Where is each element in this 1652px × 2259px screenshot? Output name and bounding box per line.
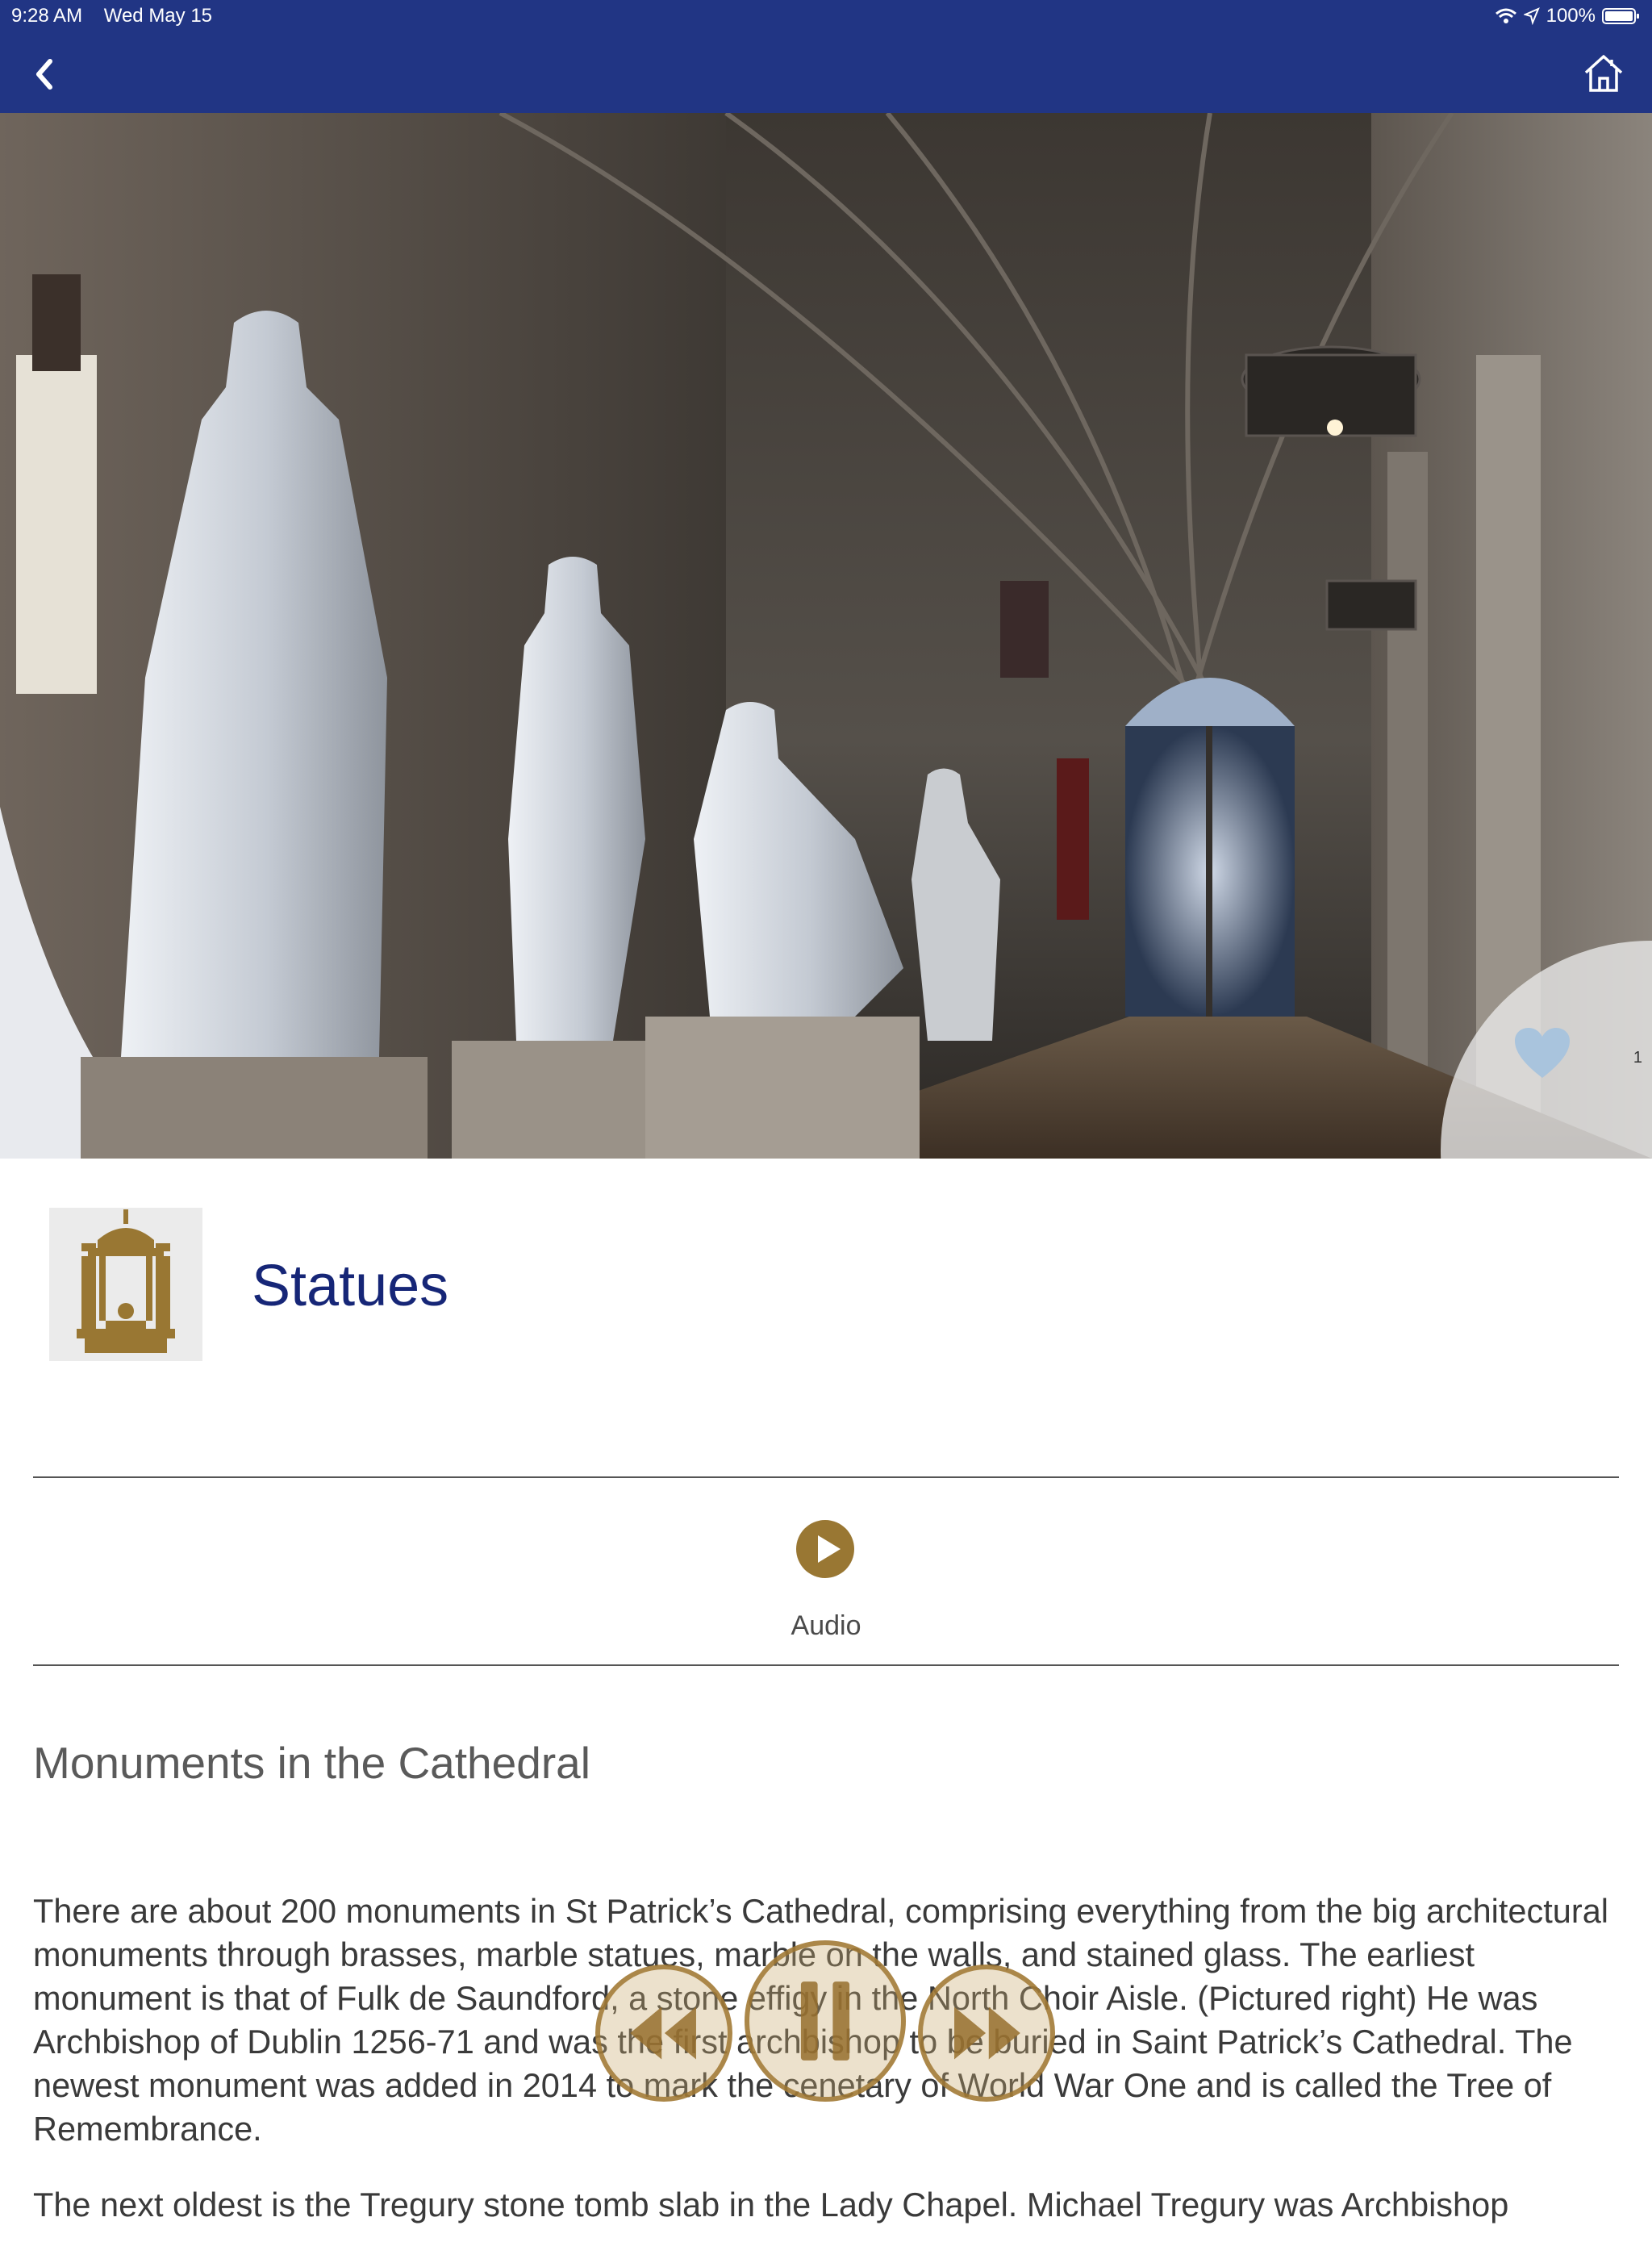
hero-image (0, 113, 1652, 1159)
section-heading: Monuments in the Cathedral (33, 1738, 590, 1788)
page-title: Statues (252, 1254, 449, 1318)
audio-label[interactable]: Audio (0, 1610, 1652, 1642)
status-bar: 9:28 AM Wed May 15 100% (0, 0, 1652, 34)
status-date: Wed May 15 (103, 5, 213, 27)
divider-bottom (33, 1664, 1619, 1666)
rewind-button[interactable] (595, 1965, 732, 2102)
favourite-overlay[interactable]: 1 (1418, 941, 1652, 1159)
location-icon (1523, 7, 1540, 25)
audio-player-controls (595, 1940, 1055, 2126)
monument-icon (77, 1209, 175, 1353)
heart-icon[interactable] (1513, 1026, 1571, 1079)
audio-play-button[interactable] (795, 1519, 855, 1579)
divider-top (33, 1476, 1619, 1478)
rewind-icon (630, 2006, 696, 2060)
home-button[interactable] (1579, 48, 1628, 97)
fast-forward-button[interactable] (918, 1965, 1055, 2102)
wifi-icon (1495, 8, 1516, 23)
status-time: 9:28 AM (11, 5, 83, 27)
status-left: 9:28 AM Wed May 15 (11, 5, 212, 27)
favourite-count: 1 (1633, 1049, 1642, 1067)
battery-percent: 100% (1546, 5, 1596, 27)
pause-icon (800, 1981, 850, 2061)
battery-icon (1602, 8, 1639, 24)
monument-icon-tile (49, 1208, 202, 1361)
play-circle-icon (796, 1520, 854, 1578)
home-icon (1584, 55, 1623, 92)
nav-bar (0, 34, 1652, 113)
status-right: 100% (1495, 5, 1641, 27)
cathedral-statues-photo (0, 113, 1652, 1159)
chevron-left-icon (36, 59, 52, 90)
fast-forward-icon (954, 2006, 1020, 2060)
pause-button[interactable] (745, 1940, 906, 2102)
back-button[interactable] (23, 52, 68, 97)
paragraph: The next oldest is the Tregury stone tom… (33, 2186, 1509, 2224)
